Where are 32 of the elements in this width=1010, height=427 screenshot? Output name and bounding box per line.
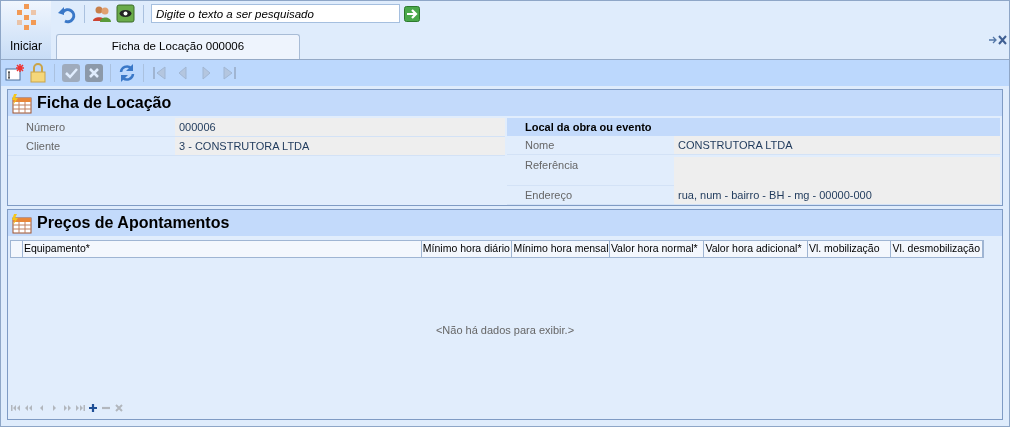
table-icon [11, 213, 33, 234]
field-label: Referência [524, 158, 580, 173]
eye-icon[interactable] [116, 3, 136, 24]
field-label: Nome [524, 137, 556, 153]
field-label: Endereço [524, 187, 574, 203]
tab[interactable]: Ficha de Locação 000006 [56, 34, 300, 59]
start-label[interactable]: Iniciar [10, 37, 42, 55]
column-header[interactable]: Vl. mobilização [807, 241, 892, 257]
empty-message: <Não há dados para exibir.> [435, 323, 575, 339]
lock-icon[interactable] [28, 63, 48, 83]
table-icon [11, 93, 33, 114]
search-field[interactable]: Digite o texto a ser pesquisado [151, 4, 400, 23]
column-header[interactable]: Equipamento* [22, 241, 422, 257]
field-value: 000006 [175, 118, 505, 136]
section-title: Ficha de Locação [37, 93, 172, 113]
column-header[interactable]: Valor hora adicional* [704, 241, 808, 257]
add-icon[interactable] [88, 403, 99, 413]
group-title: Local da obra ou evento [507, 118, 1000, 136]
field-label: Cliente [25, 138, 62, 154]
field-value: 3 - CONSTRUTORA LTDA [175, 137, 505, 155]
new-record-icon[interactable] [5, 63, 25, 83]
column-header[interactable]: Valor hora normal* [609, 241, 705, 257]
go-icon[interactable] [404, 5, 420, 22]
column-header[interactable]: Mínimo hora mensal [512, 241, 610, 257]
section-title: Preços de Apontamentos [37, 213, 230, 233]
field-label: Número [25, 119, 67, 135]
refresh-icon[interactable] [117, 63, 137, 83]
field-value: CONSTRUTORA LTDA [674, 136, 1000, 154]
close-icon[interactable] [989, 35, 1007, 45]
column-header[interactable]: Vl. desmobilização [891, 241, 983, 257]
column-header[interactable]: Mínimo hora diário [421, 241, 513, 257]
field-value: rua, num - bairro - BH - mg - 00000-000 [674, 186, 1000, 204]
